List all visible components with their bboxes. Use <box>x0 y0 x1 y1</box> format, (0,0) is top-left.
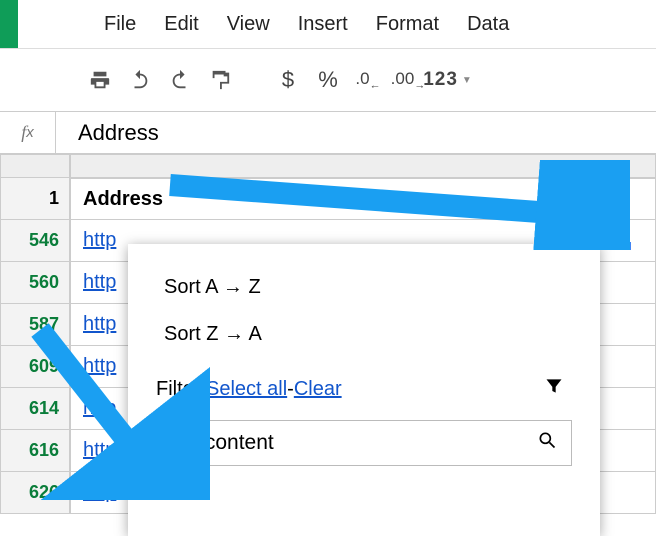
filter-label: Filter: <box>156 378 206 401</box>
menu-insert[interactable]: Insert <box>284 13 362 36</box>
fx-label: fx <box>0 112 56 153</box>
select-all-corner[interactable] <box>0 154 70 178</box>
row-header[interactable]: 616 <box>0 430 70 472</box>
redo-icon[interactable] <box>160 60 200 100</box>
row-header[interactable]: 609 <box>0 346 70 388</box>
sort-z-a[interactable]: Sort Z → A <box>156 311 572 358</box>
clear-link[interactable]: Clear <box>294 378 342 401</box>
print-icon[interactable] <box>80 60 120 100</box>
decrease-decimal-button[interactable]: .0← <box>348 60 388 100</box>
row-header[interactable]: 614 <box>0 388 70 430</box>
menu-edit[interactable]: Edit <box>150 13 212 36</box>
number-format-button[interactable]: 123▼ <box>428 60 468 100</box>
filter-links-row: Filter: Select all - Clear <box>156 376 572 402</box>
row-header[interactable]: 560 <box>0 262 70 304</box>
filter-icon[interactable]: ▼ <box>600 210 620 230</box>
selection-handle[interactable] <box>623 242 631 250</box>
undo-icon[interactable] <box>120 60 160 100</box>
menu-view[interactable]: View <box>213 13 284 36</box>
menu-file[interactable]: File <box>90 13 150 36</box>
format-currency-button[interactable]: $ <box>268 60 308 100</box>
increase-decimal-button[interactable]: .00→ <box>388 60 428 100</box>
search-icon[interactable] <box>537 430 557 456</box>
formula-value[interactable]: Address <box>56 120 159 146</box>
menubar: File Edit View Insert Format Data <box>90 0 523 48</box>
formula-bar: fx Address <box>0 112 656 154</box>
select-all-link[interactable]: Select all <box>206 378 287 401</box>
brand-square <box>0 0 18 48</box>
cell-text: Address <box>83 188 163 211</box>
row-header[interactable]: 587 <box>0 304 70 346</box>
filter-dropdown: Sort A → Z Sort Z → A Filter: Select all… <box>128 244 600 536</box>
sort-a-z[interactable]: Sort A → Z <box>156 264 572 311</box>
filter-search-input[interactable]: wp-content <box>156 420 572 466</box>
toolbar: $ % .0← .00→ 123▼ <box>0 48 656 112</box>
menu-data[interactable]: Data <box>453 13 523 36</box>
row-header[interactable]: 626 <box>0 472 70 514</box>
row-header[interactable]: 546 <box>0 220 70 262</box>
menu-format[interactable]: Format <box>362 13 453 36</box>
format-percent-button[interactable]: % <box>308 60 348 100</box>
column-headers[interactable] <box>70 154 656 178</box>
cell-A1[interactable]: Address <box>70 178 656 220</box>
funnel-icon[interactable] <box>544 376 564 402</box>
paint-format-icon[interactable] <box>200 60 240 100</box>
row-header[interactable]: 1 <box>0 178 70 220</box>
search-value: wp-content <box>171 431 274 455</box>
row-headers: 1 546 560 587 609 614 616 626 <box>0 178 70 536</box>
separator: - <box>287 378 294 401</box>
